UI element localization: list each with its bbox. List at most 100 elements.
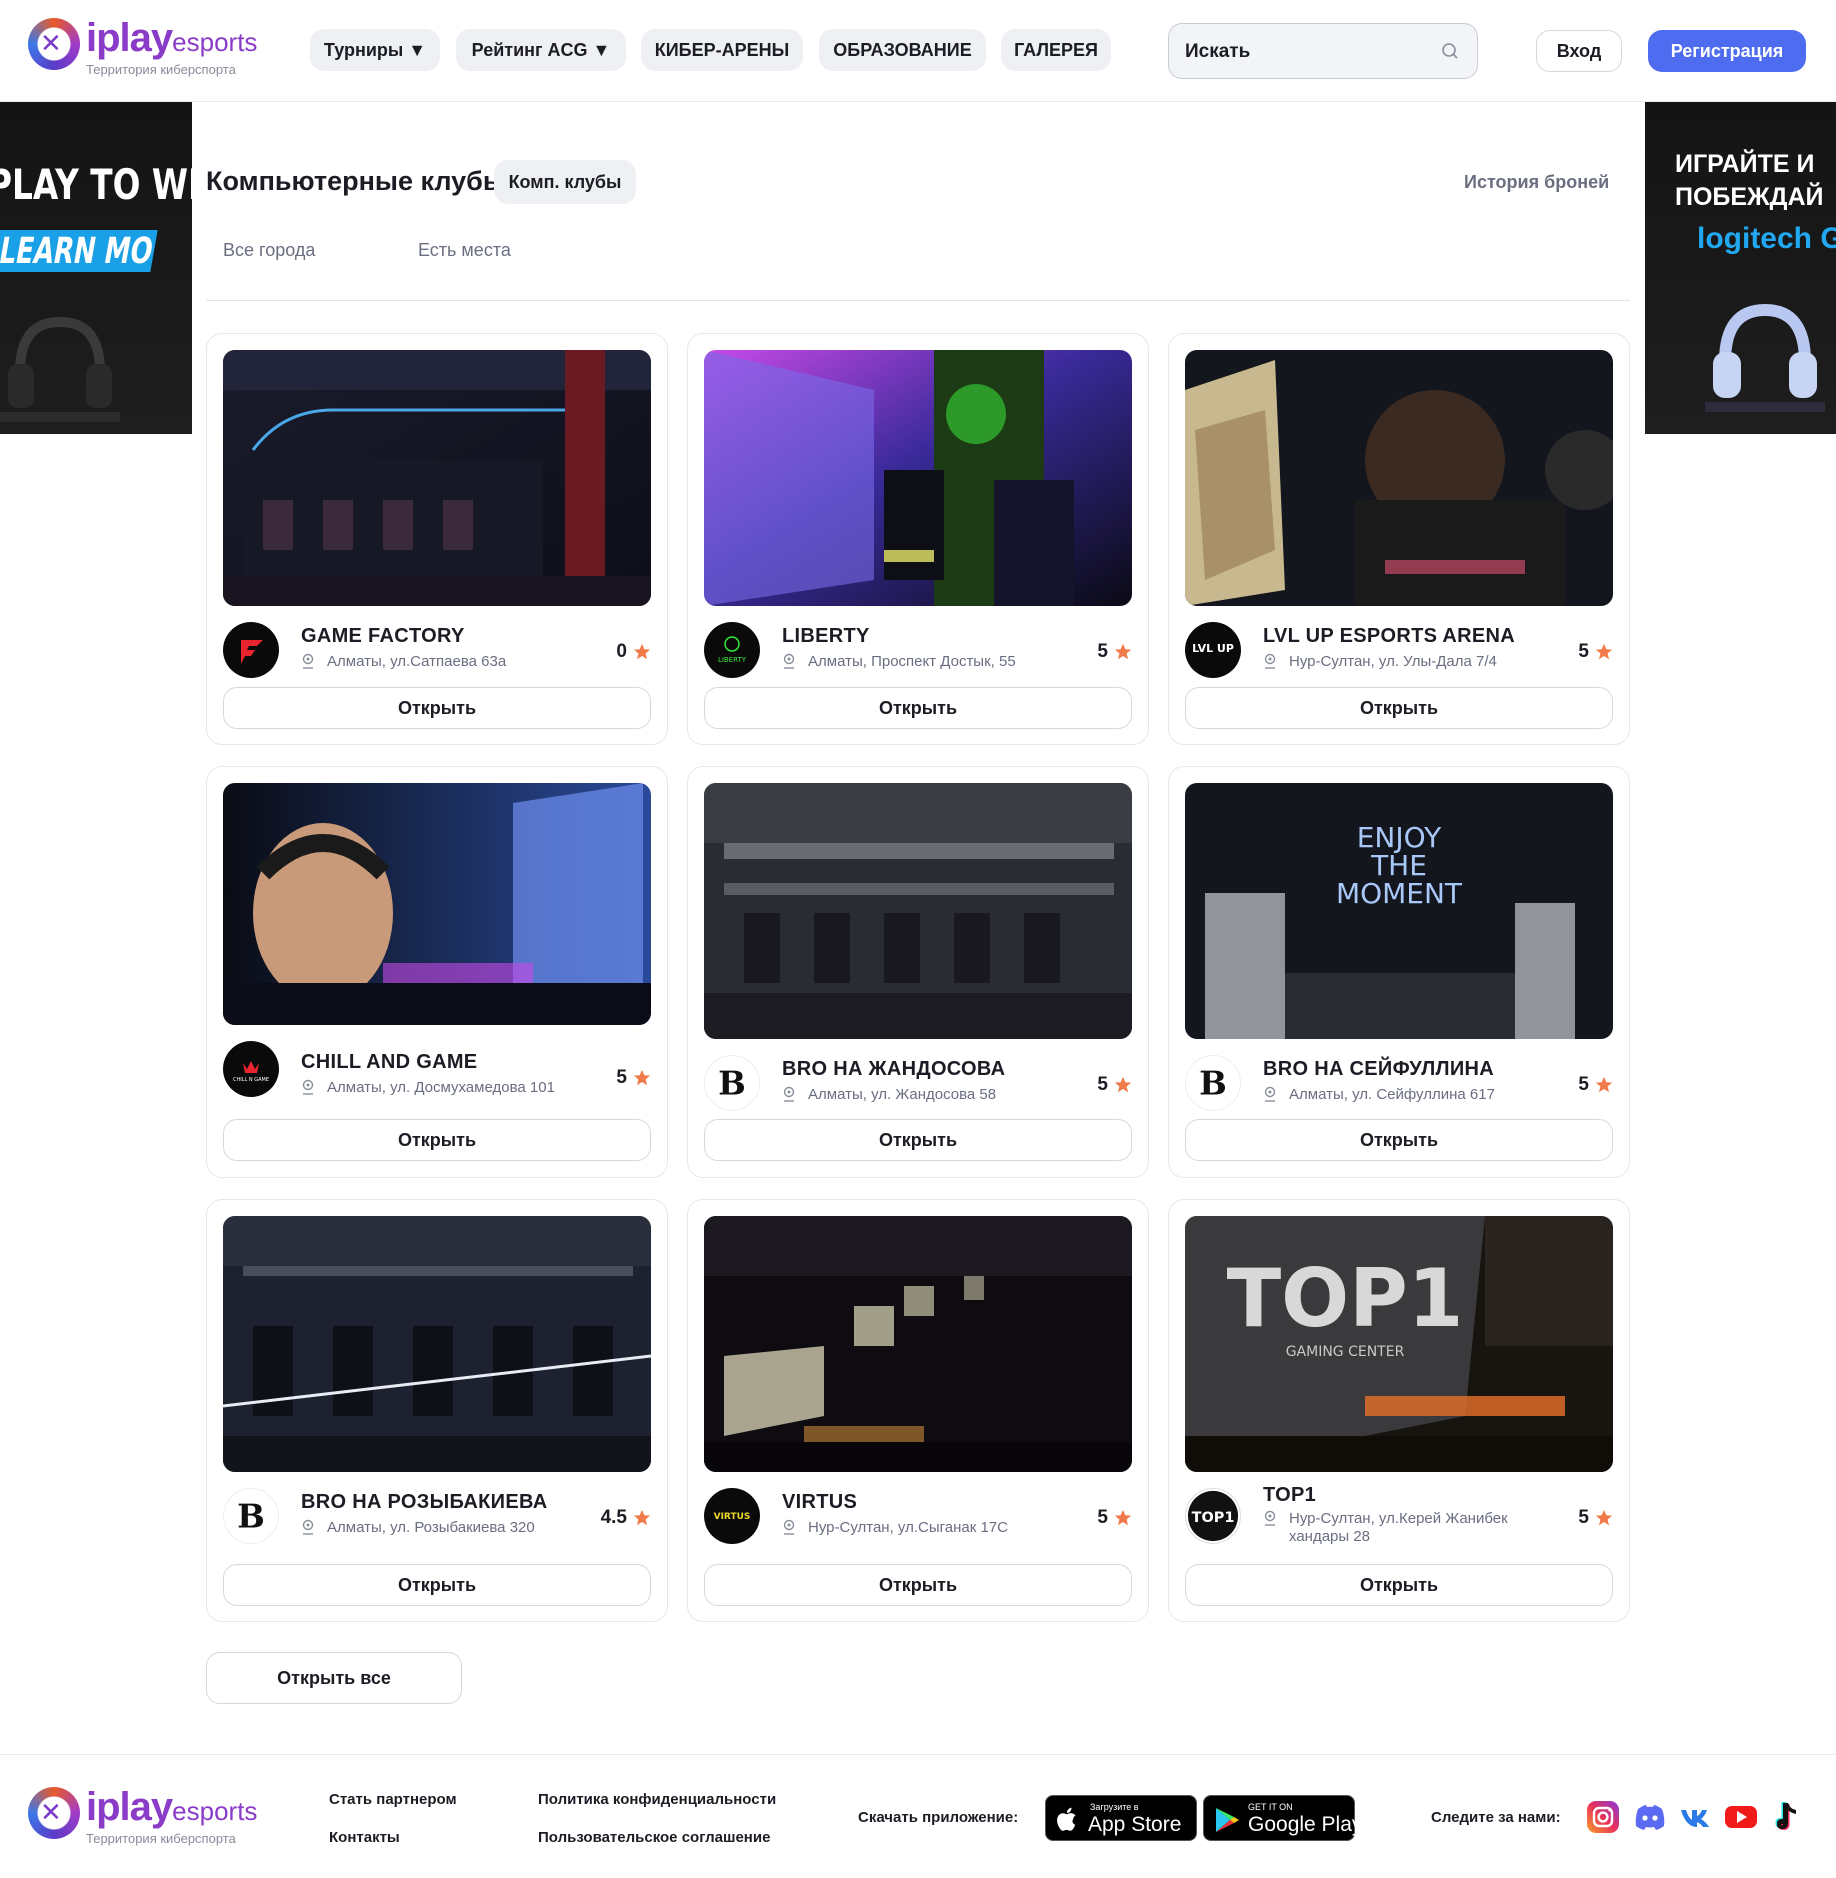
- svg-text:B: B: [718, 1064, 746, 1103]
- club-name[interactable]: LVL UP ESPORTS ARENA: [1263, 625, 1515, 648]
- open-club-button[interactable]: Открыть: [704, 1119, 1132, 1161]
- category-chip[interactable]: Комп. клубы: [494, 160, 636, 204]
- club-card: CHILL N GAME CHILL AND GAME Алматы, ул. …: [206, 766, 668, 1178]
- booking-history-link[interactable]: История броней: [1464, 172, 1609, 193]
- club-rating: 5: [1578, 1074, 1613, 1096]
- footer-logo[interactable]: ✕ iplayesports Территория киберспорта: [28, 1785, 268, 1851]
- open-club-button[interactable]: Открыть: [704, 1564, 1132, 1606]
- login-button[interactable]: Вход: [1536, 30, 1622, 72]
- club-card: B BRO НА РОЗЫБАКИЕВА Алматы, ул. Розыбак…: [206, 1199, 668, 1622]
- club-card: LVL UP LVL UP ESPORTS ARENA Нур-Султан, …: [1168, 333, 1630, 745]
- open-all-button[interactable]: Открыть все: [206, 1652, 462, 1704]
- club-photo[interactable]: [223, 1216, 651, 1472]
- club-logo: VIRTUS: [704, 1488, 760, 1544]
- club-name[interactable]: TOP1: [1263, 1484, 1316, 1507]
- club-address: Алматы, ул.Сатпаева 63а: [301, 653, 506, 671]
- club-photo[interactable]: [704, 350, 1132, 606]
- vk-icon[interactable]: [1678, 1799, 1714, 1835]
- tiktok-icon[interactable]: [1768, 1799, 1804, 1835]
- club-card: B BRO НА ЖАНДОСОВА Алматы, ул. Жандосова…: [687, 766, 1149, 1178]
- club-name[interactable]: VIRTUS: [782, 1491, 857, 1514]
- star-icon: [1595, 1076, 1613, 1093]
- club-name[interactable]: BRO НА СЕЙФУЛЛИНА: [1263, 1058, 1494, 1081]
- club-card: GAME FACTORY Алматы, ул.Сатпаева 63а 0 О…: [206, 333, 668, 745]
- club-photo[interactable]: [223, 783, 651, 1025]
- nav-cyber-arenas[interactable]: КИБЕР-АРЕНЫ: [641, 29, 803, 71]
- club-name[interactable]: BRO НА ЖАНДОСОВА: [782, 1058, 1005, 1081]
- site-header: ✕ iplayesports Территория киберспорта Ту…: [0, 0, 1836, 102]
- headset-image: [0, 316, 120, 422]
- club-rating: 5: [1578, 641, 1613, 663]
- club-name[interactable]: BRO НА РОЗЫБАКИЕВА: [301, 1491, 547, 1514]
- open-club-button[interactable]: Открыть: [1185, 1119, 1613, 1161]
- logo-tagline: Территория киберспорта: [86, 62, 236, 77]
- club-rating: 5: [1578, 1507, 1613, 1529]
- register-button[interactable]: Регистрация: [1648, 30, 1806, 72]
- terms-link[interactable]: Пользовательское соглашение: [538, 1829, 770, 1846]
- club-logo: B: [704, 1055, 760, 1111]
- star-icon: [1595, 643, 1613, 660]
- search-input[interactable]: [1185, 38, 1425, 66]
- open-club-button[interactable]: Открыть: [704, 687, 1132, 729]
- club-photo[interactable]: [223, 350, 651, 606]
- open-club-button[interactable]: Открыть: [223, 1119, 651, 1161]
- googleplay-button[interactable]: GET IT ON Google Play: [1203, 1795, 1362, 1841]
- location-pin-icon: [302, 1079, 314, 1095]
- club-name[interactable]: GAME FACTORY: [301, 625, 465, 648]
- club-name[interactable]: LIBERTY: [782, 625, 870, 648]
- club-logo: TOP1: [1185, 1488, 1241, 1544]
- club-logo: LVL UP: [1185, 622, 1241, 678]
- site-logo[interactable]: ✕ iplayesports Территория киберспорта: [28, 16, 268, 82]
- partner-link[interactable]: Стать партнером: [329, 1791, 457, 1808]
- open-club-button[interactable]: Открыть: [1185, 1564, 1613, 1606]
- nav-tournaments[interactable]: Турниры ▼: [310, 29, 440, 71]
- instagram-icon[interactable]: [1585, 1799, 1621, 1835]
- location-pin-icon: [1264, 653, 1276, 669]
- ad-left-cta[interactable]: LEARN MORE: [0, 230, 158, 272]
- location-pin-icon: [1264, 1086, 1276, 1102]
- svg-text:B: B: [1199, 1064, 1227, 1103]
- follow-label: Следите за нами:: [1431, 1809, 1561, 1826]
- search-icon[interactable]: [1441, 42, 1459, 60]
- club-photo[interactable]: [1185, 350, 1613, 606]
- club-name[interactable]: CHILL AND GAME: [301, 1051, 477, 1074]
- appstore-button[interactable]: Загрузите в App Store: [1045, 1795, 1197, 1841]
- location-pin-icon: [302, 653, 314, 669]
- site-footer: ✕ iplayesports Территория киберспорта Ст…: [0, 1754, 1836, 1878]
- nav-rating-acg[interactable]: Рейтинг ACG ▼: [456, 29, 626, 71]
- nav-gallery[interactable]: ГАЛЕРЕЯ: [1001, 29, 1111, 71]
- svg-text:MOMENT: MOMENT: [1336, 877, 1463, 910]
- contacts-link[interactable]: Контакты: [329, 1829, 400, 1846]
- club-photo[interactable]: [704, 783, 1132, 1039]
- club-photo[interactable]: [704, 1216, 1132, 1472]
- location-pin-icon: [302, 1519, 314, 1535]
- svg-text:TOP1: TOP1: [1227, 1252, 1464, 1345]
- divider: [206, 300, 1630, 301]
- ad-left-headline: PLAY TO WIN: [0, 160, 192, 209]
- club-photo[interactable]: TOP1 GAMING CENTER: [1185, 1216, 1613, 1472]
- city-filter[interactable]: Все города: [223, 240, 315, 261]
- open-club-button[interactable]: Открыть: [1185, 687, 1613, 729]
- search-box: [1168, 23, 1478, 79]
- nav-education[interactable]: ОБРАЗОВАНИЕ: [819, 29, 986, 71]
- download-label: Скачать приложение:: [858, 1809, 1019, 1826]
- availability-filter[interactable]: Есть места: [418, 240, 511, 261]
- svg-text:B: B: [237, 1497, 265, 1536]
- location-pin-icon: [783, 1519, 795, 1535]
- star-icon: [633, 1069, 651, 1086]
- youtube-icon[interactable]: [1723, 1799, 1759, 1835]
- club-photo[interactable]: ENJOY THE MOMENT: [1185, 783, 1613, 1039]
- ad-banner-right[interactable]: ИГРАЙТЕ И ПОБЕЖДАЙ logitech G: [1645, 102, 1836, 434]
- location-pin-icon: [1264, 1510, 1276, 1526]
- star-icon: [1595, 1509, 1613, 1526]
- club-address: Нур-Султан, ул.Керей Жанибек хандары 28: [1263, 1510, 1549, 1546]
- club-logo: B: [223, 1488, 279, 1544]
- club-address: Алматы, ул. Розыбакиева 320: [301, 1519, 535, 1537]
- ad-banner-left[interactable]: PLAY TO WIN LEARN MORE: [0, 102, 192, 434]
- privacy-link[interactable]: Политика конфиденциальности: [538, 1791, 776, 1808]
- discord-icon[interactable]: [1632, 1799, 1668, 1835]
- open-club-button[interactable]: Открыть: [223, 687, 651, 729]
- club-rating: 0: [616, 641, 651, 663]
- star-icon: [1114, 1509, 1132, 1526]
- open-club-button[interactable]: Открыть: [223, 1564, 651, 1606]
